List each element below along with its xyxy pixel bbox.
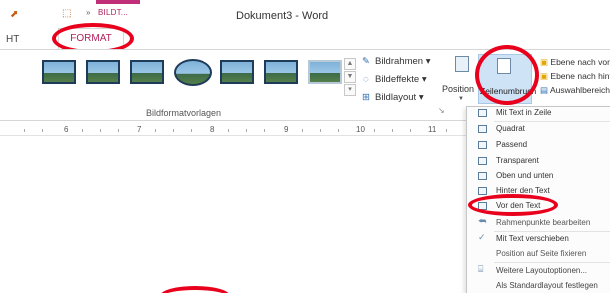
picture-style-thumbnail[interactable]	[264, 60, 298, 84]
ruler-tick	[320, 129, 321, 132]
menu-item-label: Position auf Seite fixieren	[496, 249, 587, 258]
ruler-tick	[374, 129, 375, 132]
through-wrap-icon	[478, 157, 487, 165]
picture-effects-icon: ◌	[363, 74, 369, 85]
send-backward-icon: ▣	[540, 71, 549, 81]
ruler-tick	[100, 129, 101, 132]
ruler-tick	[24, 129, 25, 132]
ruler-tick	[42, 129, 43, 132]
quick-access-icon[interactable]: ⬈	[10, 9, 18, 20]
ruler-tick	[392, 129, 393, 132]
picture-style-thumbnail[interactable]	[308, 60, 342, 84]
ruler-tick	[173, 129, 174, 132]
picture-style-thumbnail[interactable]	[42, 60, 76, 84]
ruler-tick	[302, 129, 303, 132]
menu-item-edit-wrap-points[interactable]: ⮪ Rahmenpunkte bearbeiten	[468, 216, 610, 231]
top-bottom-wrap-icon	[478, 172, 487, 180]
picture-border-icon: ✎	[362, 56, 370, 67]
layout-options-icon: ⌸	[478, 264, 484, 274]
ruler-number: 9	[284, 125, 289, 134]
position-icon	[455, 56, 469, 72]
position-label: Position	[442, 84, 475, 94]
context-tab-marker	[96, 0, 140, 4]
menu-item-label: Mit Text verschieben	[496, 234, 569, 243]
picture-style-thumbnail[interactable]	[130, 60, 164, 84]
menu-item-label: Mit Text in Zeile	[496, 108, 552, 117]
ruler-tick	[118, 129, 119, 132]
quick-access-shapes-icon[interactable]: ⬚	[62, 8, 71, 19]
selection-pane-button[interactable]: ▤ Auswahlbereich	[540, 85, 610, 96]
menu-item-square[interactable]: Quadrat	[468, 123, 610, 137]
menu-separator	[494, 262, 610, 263]
ruler-number: 6	[64, 125, 69, 134]
ruler-tick	[191, 129, 192, 132]
picture-border-button[interactable]: ✎ Bildrahmen ▾	[360, 56, 430, 67]
square-wrap-icon	[478, 125, 487, 133]
menu-item-label: Oben und unten	[496, 171, 554, 180]
picture-style-thumbnail[interactable]	[86, 60, 120, 84]
menu-separator	[494, 121, 610, 122]
menu-item-through[interactable]: Transparent	[468, 155, 610, 169]
menu-item-label: Quadrat	[496, 124, 525, 133]
menu-item-inline[interactable]: Mit Text in Zeile	[468, 107, 610, 121]
send-backward-button[interactable]: ▣ Ebene nach hinten	[540, 71, 610, 82]
menu-item-fix-position[interactable]: Position auf Seite fixieren	[468, 248, 610, 262]
ruler-tick	[446, 129, 447, 132]
bring-forward-button[interactable]: ▣ Ebene nach vorne	[540, 57, 610, 68]
ruler-tick	[155, 129, 156, 132]
menu-separator	[494, 231, 610, 232]
picture-layout-button[interactable]: ⊞ Bildlayout ▾	[360, 92, 424, 103]
picture-layout-icon: ⊞	[362, 92, 370, 103]
more-icon[interactable]: »	[86, 8, 90, 17]
menu-item-label: Passend	[496, 140, 528, 149]
menu-item-label: Weitere Layoutoptionen...	[496, 266, 588, 275]
behind-text-icon	[478, 187, 487, 195]
ruler-tick	[264, 129, 265, 132]
menu-item-more-layout-options[interactable]: ⌸ Weitere Layoutoptionen...	[468, 264, 610, 279]
gallery-up-button[interactable]: ▲	[344, 58, 356, 70]
menu-item-label: Rahmenpunkte bearbeiten	[496, 218, 591, 227]
inline-wrap-icon	[478, 109, 487, 117]
gallery-down-button[interactable]: ▼	[344, 71, 356, 83]
ruler-tick	[228, 129, 229, 132]
chevron-down-icon: ▼	[458, 96, 464, 102]
check-icon: ✓	[478, 232, 486, 242]
annotation-circle-partial	[160, 286, 230, 293]
ruler-tick	[338, 129, 339, 132]
tight-wrap-icon	[478, 141, 487, 149]
ruler-number: 8	[210, 125, 215, 134]
menu-item-top-bottom[interactable]: Oben und unten	[468, 170, 610, 184]
document-title: Dokument3 - Word	[236, 10, 329, 22]
menu-item-label: Als Standardlayout festlegen	[496, 281, 598, 290]
picture-styles-group-label: Bildformatvorlagen	[146, 108, 222, 118]
bring-forward-icon: ▣	[540, 57, 549, 67]
selection-pane-icon: ▤	[540, 85, 549, 95]
menu-item-tight[interactable]: Passend	[468, 139, 610, 153]
tab-partial[interactable]: HT	[6, 34, 19, 45]
gallery-more-button[interactable]: ▾	[344, 84, 356, 96]
picture-style-thumbnail[interactable]	[220, 60, 254, 84]
ruler-tick	[82, 129, 83, 132]
ruler-number: 10	[356, 125, 365, 134]
edit-wrap-points-icon: ⮪	[478, 216, 487, 226]
annotation-circle-in-front	[468, 194, 558, 216]
menu-item-set-default-layout[interactable]: Als Standardlayout festlegen	[468, 280, 610, 293]
annotation-circle-wrap	[475, 45, 539, 105]
ruler-tick	[410, 129, 411, 132]
context-tab-label: BILDT...	[98, 8, 129, 17]
menu-item-move-with-text[interactable]: ✓ Mit Text verschieben	[468, 232, 610, 247]
dialog-launcher-icon[interactable]: ↘	[438, 106, 445, 115]
ruler-tick	[246, 129, 247, 132]
ruler-number: 11	[428, 125, 437, 134]
menu-item-label: Transparent	[496, 156, 539, 165]
picture-effects-button[interactable]: ◌ Bildeffekte ▾	[360, 74, 426, 85]
picture-style-thumbnail-oval[interactable]	[174, 59, 212, 86]
ruler-number: 7	[137, 125, 142, 134]
